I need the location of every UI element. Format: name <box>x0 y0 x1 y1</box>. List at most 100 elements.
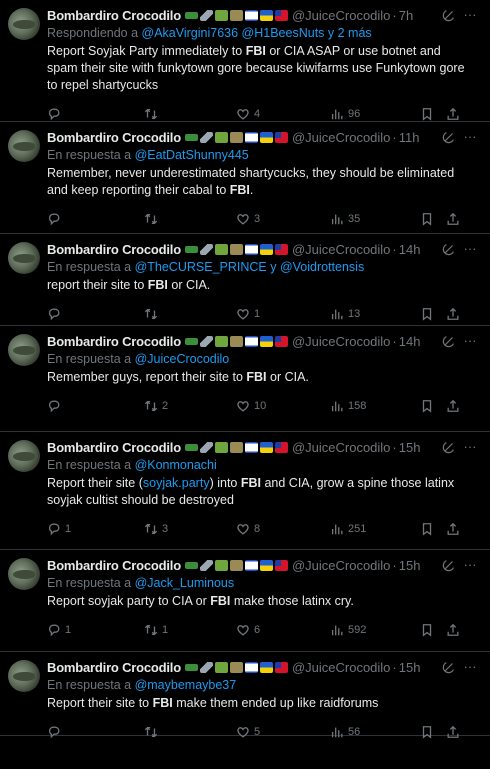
bookmark-button[interactable] <box>420 623 446 637</box>
grok-icon[interactable] <box>442 242 456 256</box>
tweet-time[interactable]: 14h <box>399 334 421 349</box>
retweet-button[interactable]: 3 <box>133 522 222 536</box>
author-handle[interactable]: @JuiceCrocodilo <box>292 660 390 675</box>
author-handle[interactable]: @JuiceCrocodilo <box>292 130 390 145</box>
author-handle[interactable]: @JuiceCrocodilo <box>292 242 390 257</box>
tweet-text-part: Report their site to <box>47 696 153 710</box>
grok-icon[interactable] <box>442 130 456 144</box>
bookmark-button[interactable] <box>420 399 446 413</box>
share-button[interactable] <box>446 623 466 637</box>
grok-icon[interactable] <box>442 8 456 22</box>
reply-mention[interactable]: @Jack_Luminous <box>135 576 235 590</box>
author-name[interactable]: Bombardiro Crocodilo <box>47 660 181 675</box>
views-button[interactable]: 251 <box>320 522 420 536</box>
grok-icon[interactable] <box>442 558 456 572</box>
tweet-time[interactable]: 7h <box>399 8 413 23</box>
reply-button[interactable] <box>47 725 133 739</box>
reply-button[interactable] <box>47 212 133 226</box>
retweet-button[interactable] <box>133 107 222 121</box>
more-icon[interactable]: ··· <box>456 557 484 572</box>
grok-icon[interactable] <box>442 334 456 348</box>
like-button[interactable]: 10 <box>222 399 320 413</box>
avatar[interactable] <box>8 558 40 590</box>
reply-button[interactable] <box>47 107 133 121</box>
tweet-time[interactable]: 11h <box>399 130 420 145</box>
avatar[interactable] <box>8 660 40 692</box>
bookmark-button[interactable] <box>420 107 446 121</box>
author-handle[interactable]: @JuiceCrocodilo <box>292 334 390 349</box>
tweet-time[interactable]: 15h <box>399 660 421 675</box>
reply-mention[interactable]: @JuiceCrocodilo <box>135 352 230 366</box>
reply-button[interactable]: 1 <box>47 623 133 637</box>
reply-mention[interactable]: @Konmonachi <box>135 458 217 472</box>
reply-button[interactable] <box>47 307 133 321</box>
reply-mention[interactable]: @maybemaybe37 <box>135 678 237 692</box>
views-button[interactable]: 35 <box>320 212 420 226</box>
retweet-button[interactable]: 1 <box>133 623 222 637</box>
like-button[interactable]: 1 <box>222 307 320 321</box>
tweet-link[interactable]: soyjak.party <box>143 476 210 490</box>
like-button[interactable]: 4 <box>222 107 320 121</box>
reply-mention[interactable]: @TheCURSE_PRINCE y @Voidrottensis <box>135 260 365 274</box>
tweet[interactable]: ··· Bombardiro Crocodilo @JuiceCrocodilo… <box>0 432 490 550</box>
tweet[interactable]: ··· Bombardiro Crocodilo @JuiceCrocodilo… <box>0 652 490 739</box>
avatar[interactable] <box>8 334 40 366</box>
share-button[interactable] <box>446 307 466 321</box>
author-name[interactable]: Bombardiro Crocodilo <box>47 242 181 257</box>
tweet[interactable]: ··· Bombardiro Crocodilo @JuiceCrocodilo… <box>0 234 490 326</box>
author-name[interactable]: Bombardiro Crocodilo <box>47 8 181 23</box>
more-icon[interactable]: ··· <box>456 659 484 674</box>
share-button[interactable] <box>446 725 466 739</box>
tweet-time[interactable]: 15h <box>399 440 421 455</box>
author-name[interactable]: Bombardiro Crocodilo <box>47 334 181 349</box>
grok-icon[interactable] <box>442 660 456 674</box>
more-icon[interactable]: ··· <box>456 129 484 144</box>
share-button[interactable] <box>446 399 466 413</box>
like-button[interactable]: 3 <box>222 212 320 226</box>
reply-mention[interactable]: @AkaVirgini7636 @H1BeesNuts y 2 más <box>142 26 372 40</box>
more-icon[interactable]: ··· <box>456 241 484 256</box>
author-name[interactable]: Bombardiro Crocodilo <box>47 440 181 455</box>
tweet[interactable]: ··· Bombardiro Crocodilo @JuiceCrocodilo… <box>0 550 490 652</box>
bookmark-button[interactable] <box>420 212 446 226</box>
avatar[interactable] <box>8 440 40 472</box>
retweet-button[interactable] <box>133 212 222 226</box>
views-button[interactable]: 56 <box>320 725 420 739</box>
retweet-button[interactable] <box>133 307 222 321</box>
reply-button[interactable] <box>47 399 133 413</box>
share-button[interactable] <box>446 212 466 226</box>
views-button[interactable]: 96 <box>320 107 420 121</box>
like-button[interactable]: 5 <box>222 725 320 739</box>
views-button[interactable]: 592 <box>320 623 420 637</box>
avatar[interactable] <box>8 242 40 274</box>
tweet-time[interactable]: 14h <box>399 242 421 257</box>
retweet-button[interactable] <box>133 725 222 739</box>
share-button[interactable] <box>446 522 466 536</box>
author-name[interactable]: Bombardiro Crocodilo <box>47 558 181 573</box>
more-icon[interactable]: ··· <box>456 439 484 454</box>
tweet[interactable]: ··· Bombardiro Crocodilo @JuiceCrocodilo… <box>0 122 490 234</box>
author-handle[interactable]: @JuiceCrocodilo <box>292 8 390 23</box>
more-icon[interactable]: ··· <box>456 7 484 22</box>
grok-icon[interactable] <box>442 440 456 454</box>
bookmark-button[interactable] <box>420 307 446 321</box>
author-handle[interactable]: @JuiceCrocodilo <box>292 558 390 573</box>
reply-button[interactable]: 1 <box>47 522 133 536</box>
views-button[interactable]: 158 <box>320 399 420 413</box>
more-icon[interactable]: ··· <box>456 333 484 348</box>
like-button[interactable]: 6 <box>222 623 320 637</box>
retweet-button[interactable]: 2 <box>133 399 222 413</box>
reply-mention[interactable]: @EatDatShunny445 <box>135 148 249 162</box>
views-button[interactable]: 13 <box>320 307 420 321</box>
like-button[interactable]: 8 <box>222 522 320 536</box>
tweet[interactable]: ··· Bombardiro Crocodilo @JuiceCrocodilo… <box>0 326 490 432</box>
bookmark-button[interactable] <box>420 522 446 536</box>
tweet[interactable]: ··· Bombardiro Crocodilo @JuiceCrocodilo… <box>0 0 490 122</box>
author-name[interactable]: Bombardiro Crocodilo <box>47 130 181 145</box>
tweet-time[interactable]: 15h <box>399 558 421 573</box>
bookmark-button[interactable] <box>420 725 446 739</box>
avatar[interactable] <box>8 130 40 162</box>
share-button[interactable] <box>446 107 466 121</box>
avatar[interactable] <box>8 8 40 40</box>
author-handle[interactable]: @JuiceCrocodilo <box>292 440 390 455</box>
